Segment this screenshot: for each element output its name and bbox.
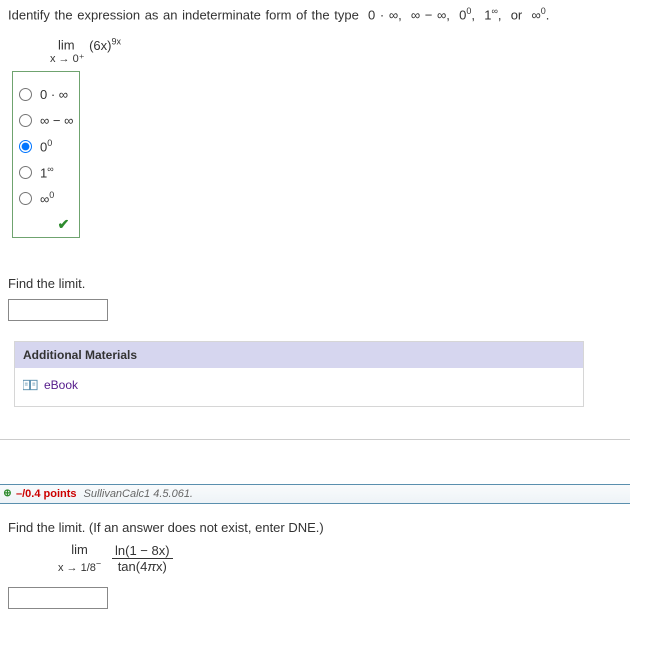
q1-option-1-label: ∞ − ∞ bbox=[40, 113, 73, 128]
q1-option-1-radio[interactable] bbox=[19, 114, 32, 127]
materials-header: Additional Materials bbox=[15, 342, 583, 368]
q2-limit-expression: lim x → 1/8− ln(1 − 8x) tan(4πx) bbox=[58, 543, 622, 576]
ebook-link[interactable]: eBook bbox=[44, 378, 78, 392]
q2-frac-den: tan(4πx) bbox=[112, 559, 173, 574]
q1-option-3-label: 1∞ bbox=[40, 164, 54, 180]
checkmark-icon: ✔ bbox=[58, 216, 70, 232]
q1-answer-input[interactable] bbox=[8, 299, 108, 321]
q1-option-2-label: 00 bbox=[40, 138, 52, 154]
q1-limit-expression: lim (6x)9x x → 0⁺ bbox=[58, 34, 121, 64]
lim-exp: 9x bbox=[111, 36, 121, 46]
q1-prompt: Identify the expression as an indetermin… bbox=[8, 6, 622, 22]
q1-option-4-radio[interactable] bbox=[19, 192, 32, 205]
q1-option-2-radio[interactable] bbox=[19, 140, 32, 153]
lim-symbol: lim bbox=[58, 38, 75, 53]
q2-points: –/0.4 points bbox=[16, 488, 77, 500]
expand-icon[interactable]: ⊕ bbox=[2, 488, 13, 499]
q1-subprompt: Find the limit. bbox=[8, 276, 622, 291]
q1-prompt-lead: Identify the expression as an indetermin… bbox=[8, 7, 359, 22]
q1-options-group: 0 · ∞ ∞ − ∞ 00 1∞ ∞0 ✔ bbox=[12, 71, 80, 238]
q2-points-bar: ⊕ –/0.4 points SullivanCalc1 4.5.061. bbox=[0, 484, 630, 504]
lim-fn: (6x) bbox=[89, 38, 111, 53]
q2-answer-input[interactable] bbox=[8, 587, 108, 609]
additional-materials-panel: Additional Materials eBook bbox=[14, 341, 584, 407]
q1-option-0-label: 0 · ∞ bbox=[40, 87, 68, 102]
section-divider bbox=[0, 439, 630, 440]
q1-option-0-radio[interactable] bbox=[19, 88, 32, 101]
q2-prompt: Find the limit. (If an answer does not e… bbox=[8, 520, 622, 535]
q2-source: SullivanCalc1 4.5.061. bbox=[84, 488, 193, 500]
ebook-icon bbox=[23, 379, 38, 391]
q1-option-3-radio[interactable] bbox=[19, 166, 32, 179]
q2-lim-symbol: lim bbox=[71, 542, 88, 557]
q2-frac-num: ln(1 − 8x) bbox=[112, 543, 173, 559]
q1-option-4-label: ∞0 bbox=[40, 190, 54, 206]
lim-approach: x → 0⁺ bbox=[50, 53, 121, 65]
